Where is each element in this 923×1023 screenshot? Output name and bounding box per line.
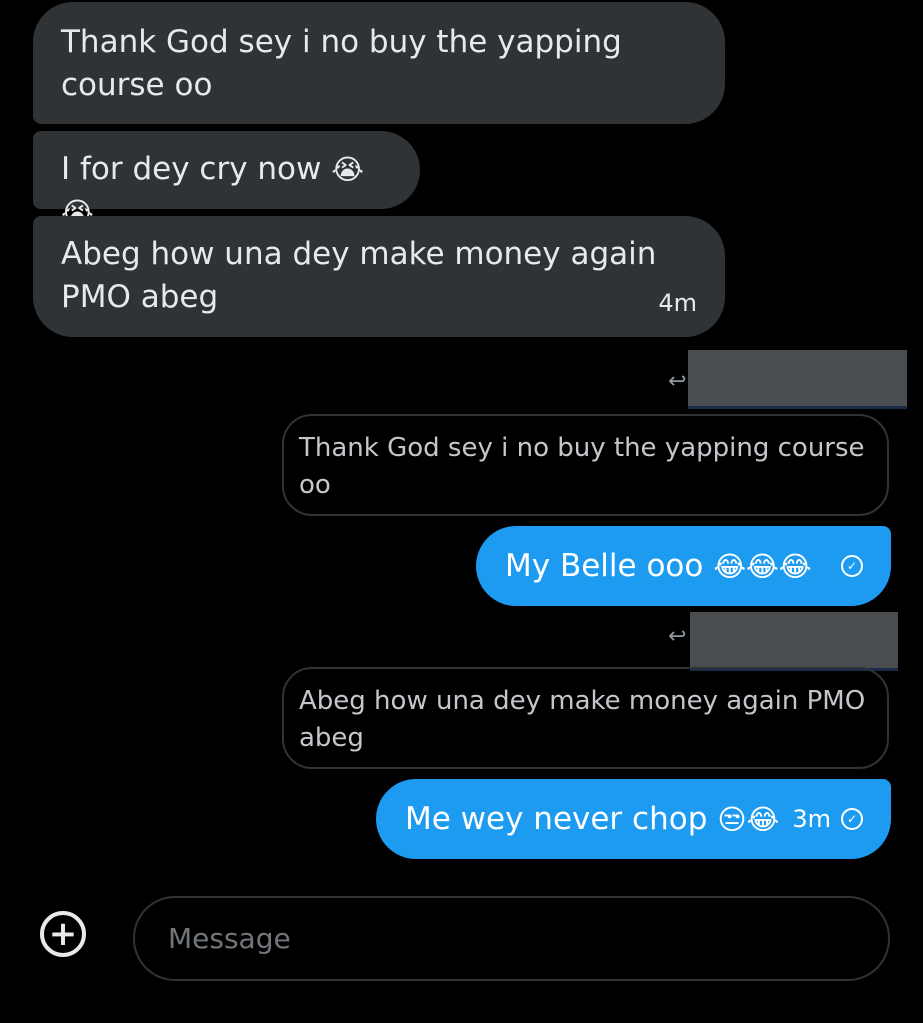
add-attachment-button[interactable]: + [40,911,86,957]
quoted-text: Abeg how una dey make money again PMO ab… [299,686,866,753]
message-text: Me wey never chop [405,800,708,837]
message-text: I for dey cry now [61,151,322,187]
sent-message[interactable]: Me wey never chop 😒😂 3m ✓ [376,779,891,859]
check-icon: ✓ [841,555,863,577]
unamused-laughing-emoji: 😒😂 [717,802,780,836]
quoted-message[interactable]: Abeg how una dey make money again PMO ab… [282,667,889,769]
received-message[interactable]: I for dey cry now 😭😭 [33,131,420,229]
plus-icon: + [48,914,78,954]
message-text: Thank God sey i no buy the yapping cours… [61,24,622,103]
quoted-message[interactable]: Thank God sey i no buy the yapping cours… [282,414,889,516]
received-message[interactable]: Thank God sey i no buy the yapping cours… [33,2,725,124]
reply-icon: ↩ [668,369,687,394]
received-message[interactable]: Abeg how una dey make money again PMO ab… [33,216,725,337]
message-timestamp: 4m [658,289,697,317]
redacted-name-block [690,612,898,668]
redacted-name-block [688,350,907,406]
message-input[interactable] [133,896,890,981]
message-text: Abeg how una dey make money again PMO ab… [61,236,657,315]
laughing-emoji: 😂😂😂 [713,549,812,583]
message-meta: ✓ [831,555,863,577]
message-timestamp: 3m [792,804,831,833]
sent-message[interactable]: My Belle ooo 😂😂😂 ✓ [476,526,891,606]
quoted-text: Thank God sey i no buy the yapping cours… [299,433,865,500]
message-text: My Belle ooo [505,547,704,584]
check-icon: ✓ [841,808,863,830]
message-meta: 3m ✓ [792,798,863,841]
reply-icon: ↩ [668,624,687,649]
